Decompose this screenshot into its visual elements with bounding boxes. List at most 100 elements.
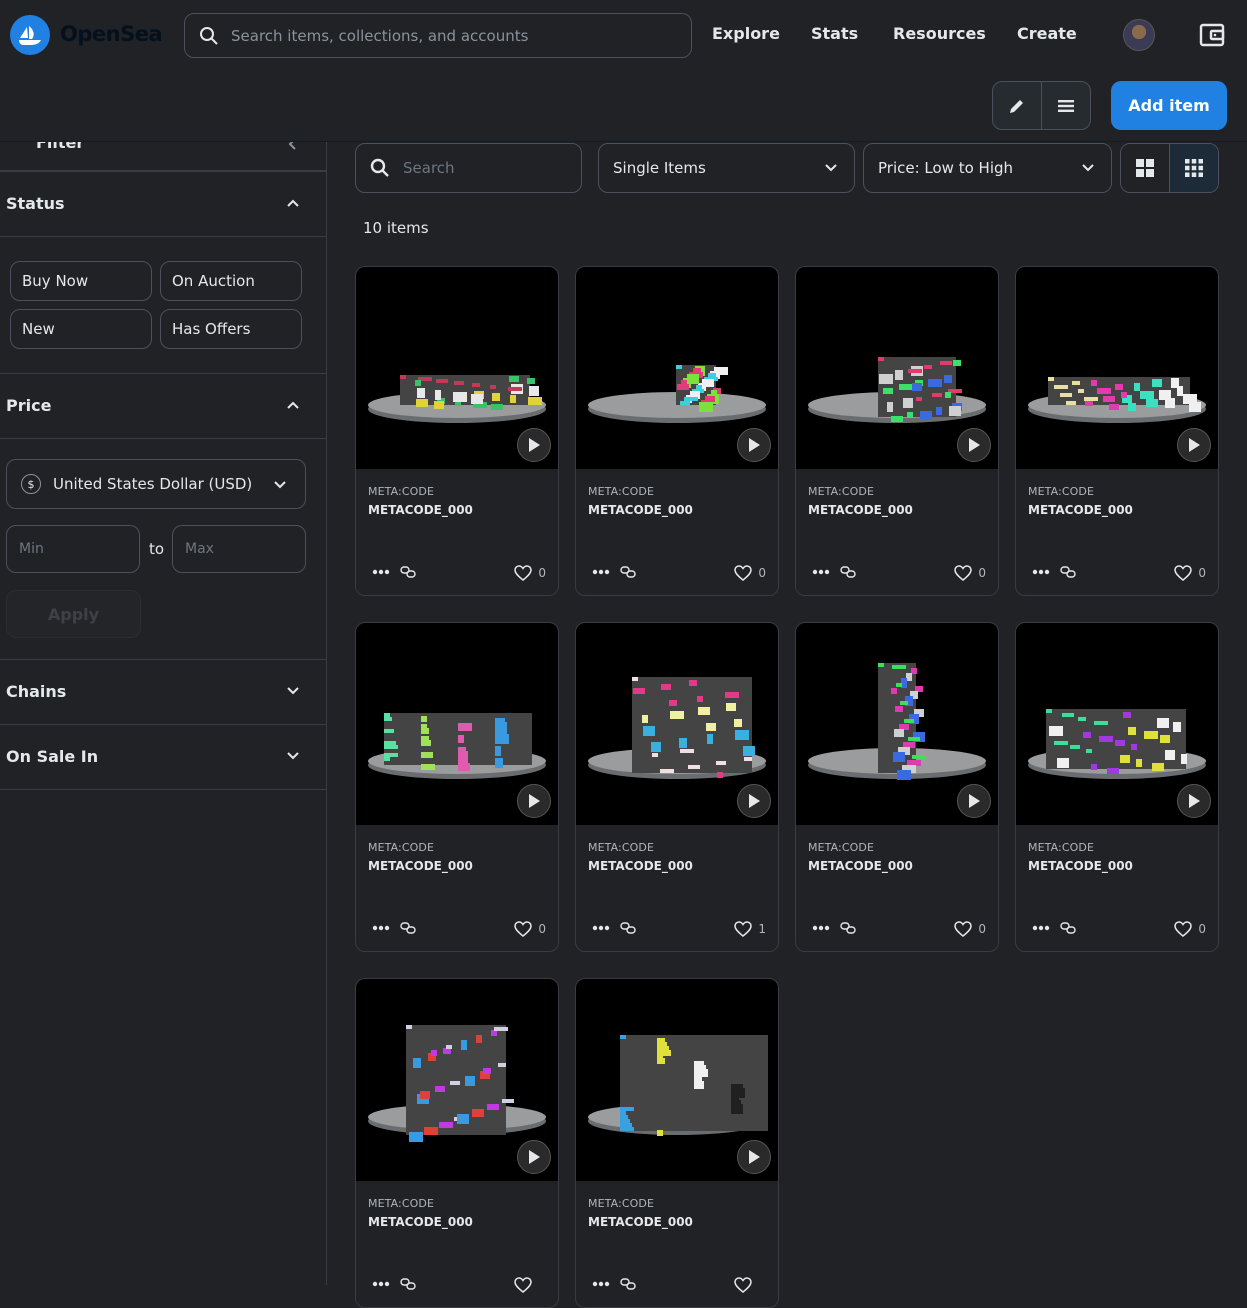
price-section-header[interactable]: Price	[0, 373, 326, 439]
collection-name[interactable]: META:CODE	[368, 485, 434, 498]
sort-select[interactable]: Price: Low to High	[863, 143, 1112, 193]
link-icon[interactable]	[1060, 565, 1076, 579]
more-options-icon[interactable]	[372, 925, 390, 931]
collection-name[interactable]: META:CODE	[588, 485, 654, 498]
play-button[interactable]	[737, 1140, 771, 1174]
link-icon[interactable]	[400, 1277, 416, 1291]
play-button[interactable]	[1177, 428, 1211, 462]
link-icon[interactable]	[400, 921, 416, 935]
item-type-select[interactable]: Single Items	[598, 143, 855, 193]
edit-button[interactable]	[992, 81, 1042, 130]
nft-card[interactable]: META:CODE METACODE_000	[575, 978, 779, 1308]
more-options-icon[interactable]	[812, 925, 830, 931]
chains-section-header[interactable]: Chains	[0, 659, 326, 725]
play-button[interactable]	[737, 784, 771, 818]
nft-card[interactable]: META:CODE METACODE_000 0	[795, 266, 999, 596]
nav-create[interactable]: Create	[1017, 24, 1077, 43]
global-search-input[interactable]: Search items, collections, and accounts	[184, 13, 692, 58]
item-name[interactable]: METACODE_000	[368, 859, 473, 873]
brand-name[interactable]: OpenSea	[60, 22, 163, 46]
nft-card[interactable]: META:CODE METACODE_000	[355, 978, 559, 1308]
add-item-button[interactable]: Add item	[1111, 81, 1227, 130]
max-price-input[interactable]: Max	[172, 525, 306, 573]
nft-preview-image[interactable]	[576, 623, 778, 825]
chip-buy-now[interactable]: Buy Now	[10, 261, 152, 301]
wallet-icon[interactable]	[1198, 21, 1226, 53]
nft-preview-image[interactable]	[576, 267, 778, 469]
play-button[interactable]	[517, 1140, 551, 1174]
link-icon[interactable]	[840, 921, 856, 935]
nft-card[interactable]: META:CODE METACODE_000 1	[575, 622, 779, 952]
collection-name[interactable]: META:CODE	[1028, 485, 1094, 498]
nft-preview-image[interactable]	[356, 623, 558, 825]
nft-card[interactable]: META:CODE METACODE_000 0	[355, 266, 559, 596]
status-section-header[interactable]: Status	[0, 171, 326, 237]
chevron-down-icon[interactable]	[286, 684, 300, 698]
link-icon[interactable]	[620, 921, 636, 935]
collection-name[interactable]: META:CODE	[808, 841, 874, 854]
link-icon[interactable]	[400, 565, 416, 579]
item-name[interactable]: METACODE_000	[808, 859, 913, 873]
nft-preview-image[interactable]	[1016, 623, 1218, 825]
play-button[interactable]	[517, 428, 551, 462]
chevron-up-icon[interactable]	[286, 398, 300, 412]
more-options-icon[interactable]	[592, 925, 610, 931]
on-sale-in-section-header[interactable]: On Sale In	[0, 725, 326, 790]
play-button[interactable]	[957, 784, 991, 818]
favorite-heart-icon[interactable]	[514, 921, 532, 937]
item-name[interactable]: METACODE_000	[1028, 859, 1133, 873]
chip-has-offers[interactable]: Has Offers	[160, 309, 302, 349]
nft-card[interactable]: META:CODE METACODE_000 0	[575, 266, 779, 596]
favorite-heart-icon[interactable]	[734, 921, 752, 937]
min-price-input[interactable]: Min	[6, 525, 140, 573]
play-button[interactable]	[1177, 784, 1211, 818]
link-icon[interactable]	[620, 565, 636, 579]
link-icon[interactable]	[1060, 921, 1076, 935]
nav-explore[interactable]: Explore	[712, 24, 780, 43]
more-options-icon[interactable]	[372, 569, 390, 575]
nav-resources[interactable]: Resources	[893, 24, 986, 43]
play-button[interactable]	[957, 428, 991, 462]
item-name[interactable]: METACODE_000	[588, 859, 693, 873]
more-options-icon[interactable]	[1032, 569, 1050, 575]
opensea-logo-icon[interactable]	[10, 15, 50, 55]
chevron-left-icon[interactable]	[286, 142, 300, 151]
link-icon[interactable]	[840, 565, 856, 579]
apply-button[interactable]: Apply	[6, 590, 141, 638]
nft-card[interactable]: META:CODE METACODE_000 0	[795, 622, 999, 952]
favorite-heart-icon[interactable]	[734, 565, 752, 581]
nft-card[interactable]: META:CODE METACODE_000 0	[1015, 622, 1219, 952]
currency-select[interactable]: $ United States Dollar (USD)	[6, 459, 306, 509]
more-options-icon[interactable]	[372, 1281, 390, 1287]
chevron-up-icon[interactable]	[286, 196, 300, 210]
nft-card[interactable]: META:CODE METACODE_000 0	[355, 622, 559, 952]
item-name[interactable]: METACODE_000	[588, 503, 693, 517]
nft-preview-image[interactable]	[356, 267, 558, 469]
collection-name[interactable]: META:CODE	[808, 485, 874, 498]
nft-preview-image[interactable]	[796, 267, 998, 469]
play-button[interactable]	[737, 428, 771, 462]
nft-preview-image[interactable]	[356, 979, 558, 1181]
favorite-heart-icon[interactable]	[1174, 921, 1192, 937]
list-view-button[interactable]	[1041, 81, 1091, 130]
large-grid-button[interactable]	[1121, 144, 1170, 192]
item-name[interactable]: METACODE_000	[368, 503, 473, 517]
chip-new[interactable]: New	[10, 309, 152, 349]
chip-on-auction[interactable]: On Auction	[160, 261, 302, 301]
nav-stats[interactable]: Stats	[811, 24, 858, 43]
collection-name[interactable]: META:CODE	[1028, 841, 1094, 854]
collection-name[interactable]: META:CODE	[588, 1197, 654, 1210]
play-button[interactable]	[517, 784, 551, 818]
collection-name[interactable]: META:CODE	[368, 1197, 434, 1210]
nft-preview-image[interactable]	[796, 623, 998, 825]
collection-name[interactable]: META:CODE	[368, 841, 434, 854]
nft-preview-image[interactable]	[576, 979, 778, 1181]
favorite-heart-icon[interactable]	[954, 565, 972, 581]
small-grid-button[interactable]	[1169, 144, 1218, 192]
nft-preview-image[interactable]	[1016, 267, 1218, 469]
profile-avatar[interactable]	[1123, 19, 1155, 51]
chevron-down-icon[interactable]	[286, 749, 300, 763]
link-icon[interactable]	[620, 1277, 636, 1291]
item-name[interactable]: METACODE_000	[808, 503, 913, 517]
nft-card[interactable]: META:CODE METACODE_000 0	[1015, 266, 1219, 596]
